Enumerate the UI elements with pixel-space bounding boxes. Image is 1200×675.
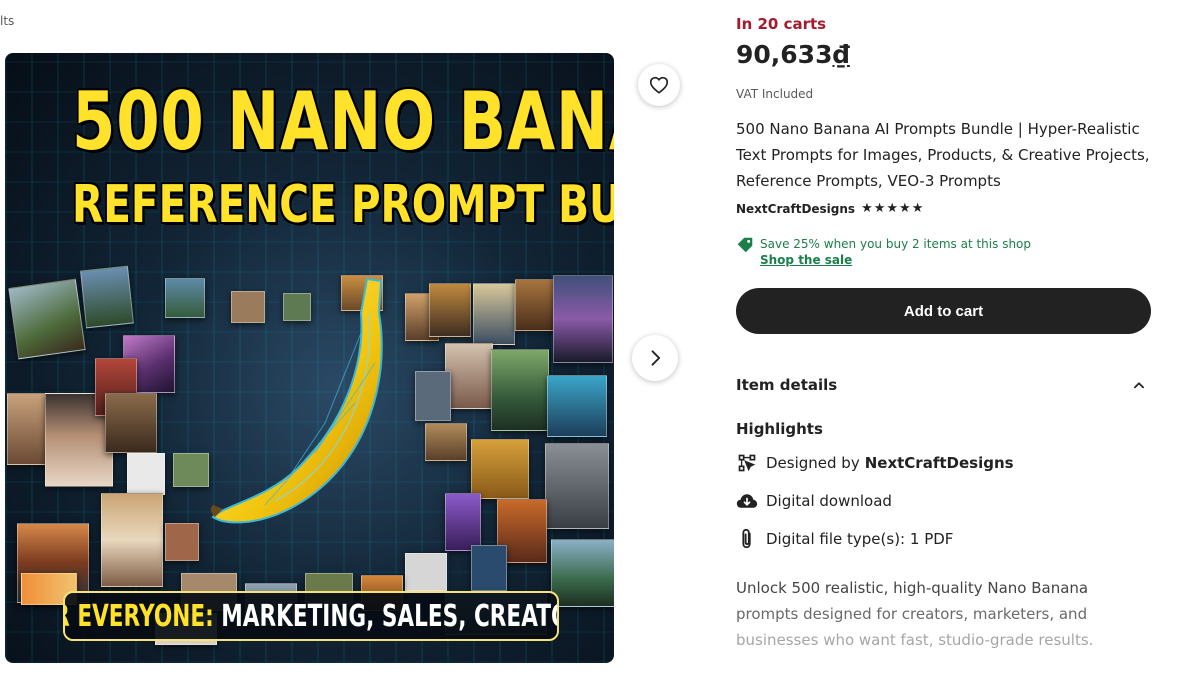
favorite-button[interactable]	[638, 64, 680, 106]
chevron-right-icon	[651, 350, 661, 366]
collage-tile	[545, 443, 609, 529]
highlight-designed-by: Designed by NextCraftDesigns	[736, 452, 1014, 474]
designer-icon	[736, 452, 758, 474]
collage-tile	[80, 265, 134, 329]
shop-name-link[interactable]: NextCraftDesigns	[736, 202, 855, 216]
price-currency: ₫	[832, 40, 850, 69]
price-amount: 90,633	[736, 40, 833, 69]
listing-title: 500 Nano Banana AI Prompts Bundle | Hype…	[736, 120, 1150, 190]
collage-tile	[165, 523, 199, 561]
file-type-label: Digital file type(s): 1 PDF	[766, 530, 954, 548]
item-details-toggle[interactable]: Item details	[736, 372, 1146, 398]
sale-text: Save 25% when you buy 2 items at this sh…	[760, 237, 1032, 251]
banana-illustration	[210, 277, 383, 524]
collage-tile	[553, 275, 613, 363]
listing-image[interactable]: 500 NANO BANANA REFERENCE PROMPT BUNDLE …	[5, 53, 614, 663]
collage-tile	[165, 278, 205, 318]
collage-tile	[471, 439, 529, 499]
collage-tile	[127, 453, 165, 495]
image-tagline: FOR EVERYONE: MARKETING, SALES, CREATORS	[63, 591, 559, 641]
collage-tile	[547, 375, 607, 437]
heart-icon	[649, 76, 669, 94]
collage-tile	[491, 349, 549, 431]
description-line: businesses who want fast, studio-grade r…	[736, 631, 1094, 649]
cloud-download-icon	[736, 490, 758, 512]
collage-tile	[473, 283, 515, 345]
shop-rating-row: NextCraftDesigns ★★★★★	[736, 201, 924, 216]
item-description: Unlock 500 realistic, high-quality Nano …	[736, 575, 1156, 653]
collage-tile	[105, 393, 157, 453]
tagline-accent: FOR EVERYONE:	[65, 598, 214, 634]
carts-badge: In 20 carts	[736, 15, 827, 33]
shop-the-sale-link[interactable]: Shop the sale	[760, 253, 1031, 267]
collage-tile	[515, 279, 557, 331]
price: 90,633₫	[736, 40, 850, 69]
vat-note: VAT Included	[736, 87, 814, 101]
next-image-button[interactable]	[632, 335, 678, 381]
collage-tile	[8, 278, 86, 360]
tagline-rest: MARKETING, SALES, CREATORS	[221, 598, 557, 634]
image-headline-line1: 500 NANO BANANA	[71, 75, 614, 168]
description-line: Unlock 500 realistic, high-quality Nano …	[736, 579, 1089, 597]
rating-stars[interactable]: ★★★★★	[861, 201, 924, 216]
collage-tile	[173, 453, 209, 487]
tag-icon	[737, 237, 753, 253]
collage-tile	[405, 553, 447, 591]
collage-tile	[101, 493, 163, 587]
highlight-file-type: Digital file type(s): 1 PDF	[736, 528, 953, 550]
collage-tile	[415, 371, 451, 421]
digital-download-label: Digital download	[766, 492, 892, 510]
highlight-digital-download: Digital download	[736, 490, 892, 512]
paperclip-icon	[736, 528, 758, 550]
item-details-label: Item details	[736, 376, 838, 394]
designed-by-shop-link[interactable]: NextCraftDesigns	[865, 454, 1014, 472]
image-headline-line2: REFERENCE PROMPT BUNDLE	[71, 175, 614, 235]
collage-tile	[445, 493, 481, 551]
breadcrumb[interactable]: lts	[0, 14, 14, 28]
description-line: prompts designed for creators, marketers…	[736, 605, 1088, 623]
add-to-cart-button[interactable]: Add to cart	[736, 288, 1151, 334]
chevron-up-icon	[1134, 382, 1144, 389]
collage-tile	[471, 545, 507, 591]
collage-tile	[429, 283, 471, 337]
collage-tile	[551, 539, 614, 607]
sale-promo: Save 25% when you buy 2 items at this sh…	[736, 236, 1031, 267]
collage-tile	[445, 343, 493, 409]
highlights-heading: Highlights	[736, 420, 823, 438]
collage-tile	[425, 423, 467, 461]
designed-by-prefix: Designed by	[766, 454, 860, 472]
